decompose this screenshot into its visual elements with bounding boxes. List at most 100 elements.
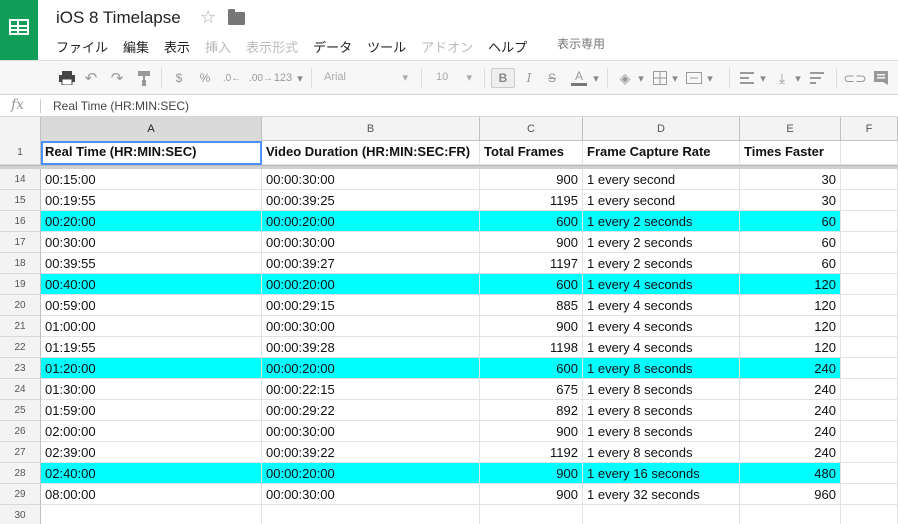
cell-c19[interactable]: 600 bbox=[480, 274, 583, 295]
paint-format-icon[interactable] bbox=[135, 69, 153, 87]
cell-e30[interactable] bbox=[740, 505, 841, 524]
cell-b28[interactable]: 00:00:20:00 bbox=[262, 463, 480, 484]
cell-a18[interactable]: 00:39:55 bbox=[41, 253, 262, 274]
currency-format-button[interactable]: $ bbox=[172, 69, 186, 87]
cell-a19[interactable]: 00:40:00 bbox=[41, 274, 262, 295]
cell-a24[interactable]: 01:30:00 bbox=[41, 379, 262, 400]
cell-e16[interactable]: 60 bbox=[740, 211, 841, 232]
cell-f16[interactable] bbox=[841, 211, 898, 232]
menu-item[interactable]: アドオン bbox=[421, 37, 473, 55]
cell-e26[interactable]: 240 bbox=[740, 421, 841, 442]
cell-d18[interactable]: 1 every 2 seconds bbox=[583, 253, 740, 274]
cell-e24[interactable]: 240 bbox=[740, 379, 841, 400]
cell-d29[interactable]: 1 every 32 seconds bbox=[583, 484, 740, 505]
star-icon[interactable]: ☆ bbox=[200, 7, 216, 28]
bold-button[interactable]: B bbox=[491, 68, 515, 88]
cell-f20[interactable] bbox=[841, 295, 898, 316]
cell-f15[interactable] bbox=[841, 190, 898, 211]
cell-d30[interactable] bbox=[583, 505, 740, 524]
cell-c20[interactable]: 885 bbox=[480, 295, 583, 316]
cell-a20[interactable]: 00:59:00 bbox=[41, 295, 262, 316]
row-header[interactable]: 21 bbox=[0, 316, 41, 337]
cell-e15[interactable]: 30 bbox=[740, 190, 841, 211]
row-header[interactable]: 24 bbox=[0, 379, 41, 400]
row-header[interactable]: 15 bbox=[0, 190, 41, 211]
cell-f24[interactable] bbox=[841, 379, 898, 400]
chevron-down-icon[interactable]: ▾ bbox=[670, 69, 680, 87]
chevron-down-icon[interactable]: ▾ bbox=[591, 69, 601, 87]
folder-icon[interactable] bbox=[228, 9, 245, 25]
row-header[interactable]: 25 bbox=[0, 400, 41, 421]
cell-d21[interactable]: 1 every 4 seconds bbox=[583, 316, 740, 337]
row-header[interactable]: 23 bbox=[0, 358, 41, 379]
cell-b19[interactable]: 00:00:20:00 bbox=[262, 274, 480, 295]
cell-b23[interactable]: 00:00:20:00 bbox=[262, 358, 480, 379]
cell-b24[interactable]: 00:00:22:15 bbox=[262, 379, 480, 400]
cell-f23[interactable] bbox=[841, 358, 898, 379]
cell-c30[interactable] bbox=[480, 505, 583, 524]
redo-icon[interactable]: ↷ bbox=[108, 69, 126, 87]
cell-a17[interactable]: 00:30:00 bbox=[41, 232, 262, 253]
cell-f17[interactable] bbox=[841, 232, 898, 253]
cell-d1[interactable]: Frame Capture Rate bbox=[583, 141, 740, 165]
fill-color-icon[interactable]: ◈ bbox=[615, 69, 635, 87]
cell-e23[interactable]: 240 bbox=[740, 358, 841, 379]
cell-b25[interactable]: 00:00:29:22 bbox=[262, 400, 480, 421]
cell-c26[interactable]: 900 bbox=[480, 421, 583, 442]
cell-c21[interactable]: 900 bbox=[480, 316, 583, 337]
menu-item[interactable]: ファイル bbox=[56, 37, 108, 55]
cell-f19[interactable] bbox=[841, 274, 898, 295]
cell-f1[interactable] bbox=[841, 141, 898, 165]
cell-b16[interactable]: 00:00:20:00 bbox=[262, 211, 480, 232]
cell-c14[interactable]: 900 bbox=[480, 169, 583, 190]
cell-e21[interactable]: 120 bbox=[740, 316, 841, 337]
cell-a27[interactable]: 02:39:00 bbox=[41, 442, 262, 463]
cell-c28[interactable]: 900 bbox=[480, 463, 583, 484]
row-header[interactable]: 16 bbox=[0, 211, 41, 232]
menu-item[interactable]: 表示形式 bbox=[246, 37, 298, 55]
row-header[interactable]: 1 bbox=[0, 141, 41, 165]
comment-icon[interactable] bbox=[872, 69, 890, 87]
cell-a29[interactable]: 08:00:00 bbox=[41, 484, 262, 505]
undo-icon[interactable]: ↶ bbox=[82, 69, 100, 87]
cell-a26[interactable]: 02:00:00 bbox=[41, 421, 262, 442]
row-header[interactable]: 20 bbox=[0, 295, 41, 316]
decrease-decimal-button[interactable]: .0← bbox=[220, 69, 244, 87]
row-header[interactable]: 28 bbox=[0, 463, 41, 484]
cell-f29[interactable] bbox=[841, 484, 898, 505]
more-formats-button[interactable]: 123 bbox=[272, 69, 294, 87]
cell-b1[interactable]: Video Duration (HR:MIN:SEC:FR) bbox=[262, 141, 480, 165]
cell-d17[interactable]: 1 every 2 seconds bbox=[583, 232, 740, 253]
document-title[interactable]: iOS 8 Timelapse bbox=[56, 8, 181, 28]
cell-d27[interactable]: 1 every 8 seconds bbox=[583, 442, 740, 463]
cell-e1[interactable]: Times Faster bbox=[740, 141, 841, 165]
cell-f27[interactable] bbox=[841, 442, 898, 463]
chevron-down-icon[interactable]: ▾ bbox=[295, 69, 305, 87]
cell-b15[interactable]: 00:00:39:25 bbox=[262, 190, 480, 211]
cell-c23[interactable]: 600 bbox=[480, 358, 583, 379]
cell-b17[interactable]: 00:00:30:00 bbox=[262, 232, 480, 253]
cell-c29[interactable]: 900 bbox=[480, 484, 583, 505]
cell-c24[interactable]: 675 bbox=[480, 379, 583, 400]
font-size-select[interactable]: 10 ▾ bbox=[430, 67, 478, 89]
menu-item[interactable]: 編集 bbox=[123, 37, 149, 55]
cell-a14[interactable]: 00:15:00 bbox=[41, 169, 262, 190]
cell-c18[interactable]: 1197 bbox=[480, 253, 583, 274]
font-family-select[interactable]: Arial ▾ bbox=[318, 67, 414, 89]
align-left-icon[interactable] bbox=[738, 69, 756, 87]
row-header[interactable]: 30 bbox=[0, 505, 41, 524]
cell-d20[interactable]: 1 every 4 seconds bbox=[583, 295, 740, 316]
menu-item[interactable]: 挿入 bbox=[205, 37, 231, 55]
cell-a1[interactable]: Real Time (HR:MIN:SEC) bbox=[41, 141, 262, 165]
cell-e17[interactable]: 60 bbox=[740, 232, 841, 253]
cell-a21[interactable]: 01:00:00 bbox=[41, 316, 262, 337]
column-header-f[interactable]: F bbox=[841, 117, 898, 141]
cell-d15[interactable]: 1 every second bbox=[583, 190, 740, 211]
menu-item[interactable]: データ bbox=[313, 37, 352, 55]
cell-d16[interactable]: 1 every 2 seconds bbox=[583, 211, 740, 232]
row-header[interactable]: 22 bbox=[0, 337, 41, 358]
cell-e25[interactable]: 240 bbox=[740, 400, 841, 421]
cell-c22[interactable]: 1198 bbox=[480, 337, 583, 358]
cell-b22[interactable]: 00:00:39:28 bbox=[262, 337, 480, 358]
cell-f21[interactable] bbox=[841, 316, 898, 337]
